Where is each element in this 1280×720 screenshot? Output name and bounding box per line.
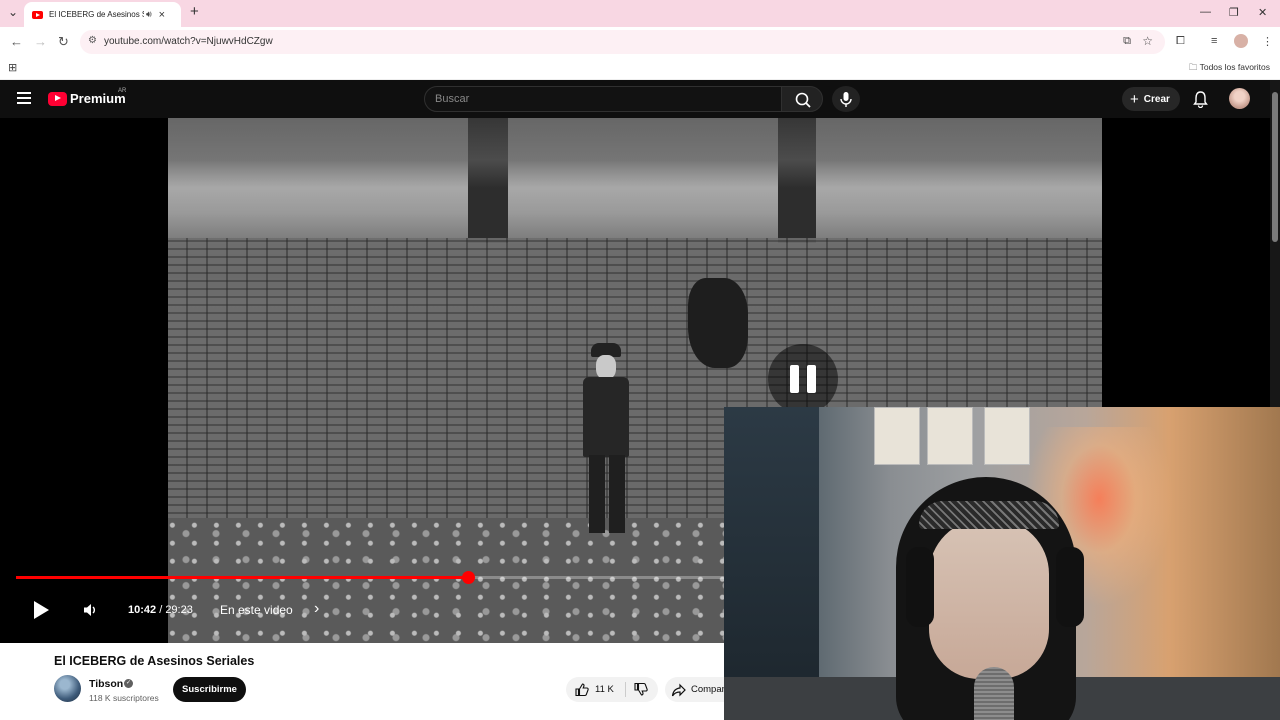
share-icon	[671, 683, 686, 696]
folder-icon: 🗀︎	[1188, 62, 1200, 72]
profile-avatar-icon[interactable]	[1234, 34, 1248, 48]
man-figure	[573, 343, 633, 533]
back-icon[interactable]: ←	[10, 34, 23, 49]
youtube-favicon-icon	[32, 10, 43, 19]
channel-avatar[interactable]	[54, 675, 81, 702]
scrollbar-thumb[interactable]	[1272, 92, 1278, 242]
user-avatar[interactable]	[1229, 88, 1250, 109]
subscribe-button[interactable]: Suscribirme	[173, 677, 246, 702]
subscriber-count: 118 K suscriptores	[89, 693, 159, 703]
headband	[919, 501, 1059, 529]
plus-icon: +	[1130, 90, 1139, 108]
tab-title: El ICEBERG de Asesinos Seriales - YouTub…	[49, 10, 144, 19]
site-info-icon[interactable]: ⚙	[88, 35, 97, 46]
reload-icon[interactable]: ↻	[58, 34, 69, 50]
progress-scrubber[interactable]	[461, 571, 475, 584]
minimize-icon[interactable]: —	[1200, 6, 1211, 18]
browser-tab[interactable]: El ICEBERG de Asesinos Seriales - YouTub…	[24, 2, 181, 27]
verified-icon: ✓	[124, 679, 133, 688]
bookmark-star-icon[interactable]: ☆	[1142, 34, 1153, 48]
restore-icon[interactable]: ❐	[1229, 6, 1239, 19]
url-text[interactable]: youtube.com/watch?v=NjuwvHdCZgw	[104, 36, 273, 47]
media-control-icon[interactable]: ≡	[1211, 35, 1217, 47]
search-icon	[795, 92, 811, 108]
microphone	[974, 667, 1014, 720]
logo-country-code: AR	[118, 88, 127, 94]
like-button[interactable]: 11 K	[574, 682, 614, 697]
extensions-icon[interactable]: ⧠	[1176, 35, 1185, 48]
mic-icon	[840, 92, 852, 107]
create-button[interactable]: + Crear	[1122, 87, 1180, 111]
progress-played	[16, 576, 468, 579]
headphones-icon	[906, 547, 934, 627]
bell-icon[interactable]	[1192, 90, 1209, 108]
browser-toolbar: ← → ↻ ⚙ youtube.com/watch?v=NjuwvHdCZgw …	[0, 27, 1280, 57]
install-app-icon[interactable]: ⧉	[1123, 35, 1131, 48]
search-button[interactable]	[781, 86, 823, 112]
current-time: 10:42	[128, 604, 157, 616]
foliage	[168, 118, 1102, 188]
all-bookmarks-label: Todos los favoritos	[1199, 62, 1270, 72]
like-dislike-group: 11 K	[566, 677, 658, 702]
youtube-logo-icon	[48, 91, 67, 106]
all-bookmarks-link[interactable]: 🗀︎ Todos los favoritos	[1189, 62, 1270, 76]
volume-icon[interactable]	[82, 602, 98, 618]
doorway	[724, 407, 819, 720]
wall-poster	[927, 407, 973, 465]
youtube-premium-logo[interactable]: Premium AR	[48, 88, 127, 106]
channel-name[interactable]: Tibson	[89, 678, 123, 690]
search-box	[424, 86, 782, 112]
youtube-header: Premium AR + Crear	[0, 80, 1270, 118]
video-title: El ICEBERG de Asesinos Seriales	[54, 654, 255, 668]
pause-indicator-icon	[768, 344, 838, 414]
like-count: 11 K	[595, 684, 614, 695]
tab-list-icon[interactable]: ⌄	[8, 5, 18, 19]
chevron-right-icon[interactable]: ›	[314, 600, 319, 618]
headphones-icon	[1056, 547, 1084, 627]
like-icon	[575, 683, 589, 697]
create-label: Crear	[1143, 93, 1170, 105]
window-close-icon[interactable]: ✕	[1258, 6, 1267, 19]
address-bar[interactable]: ⚙ youtube.com/watch?v=NjuwvHdCZgw ⧉ ☆	[80, 30, 1165, 54]
play-icon[interactable]	[30, 599, 52, 621]
browser-tab-strip: ⌄ El ICEBERG de Asesinos Seriales - YouT…	[0, 0, 1280, 27]
chapter-button[interactable]: En este video	[220, 603, 293, 617]
time-separator: /	[156, 604, 166, 616]
person-face	[929, 519, 1049, 679]
apps-grid-icon[interactable]: ⊞	[8, 61, 17, 74]
time-display: 10:42 / 29:23	[128, 604, 193, 616]
wall-hole	[688, 278, 748, 368]
dislike-icon[interactable]	[633, 682, 648, 697]
speaker-icon[interactable]: 🔊︎	[146, 9, 152, 20]
forward-icon[interactable]: →	[34, 34, 47, 49]
search-input[interactable]	[425, 87, 781, 111]
bookmarks-bar: ⊞ 🗀︎ Todos los favoritos	[0, 57, 1280, 80]
voice-search-button[interactable]	[832, 86, 860, 112]
wall-poster	[874, 407, 920, 465]
duration: 29:23	[165, 604, 193, 616]
webcam-overlay	[724, 407, 1280, 720]
tab-close-icon[interactable]: ×	[159, 9, 165, 21]
new-tab-icon[interactable]: +	[190, 3, 199, 20]
chrome-menu-icon[interactable]: ⋮	[1262, 35, 1273, 48]
menu-icon[interactable]	[17, 92, 31, 104]
divider	[625, 682, 626, 697]
